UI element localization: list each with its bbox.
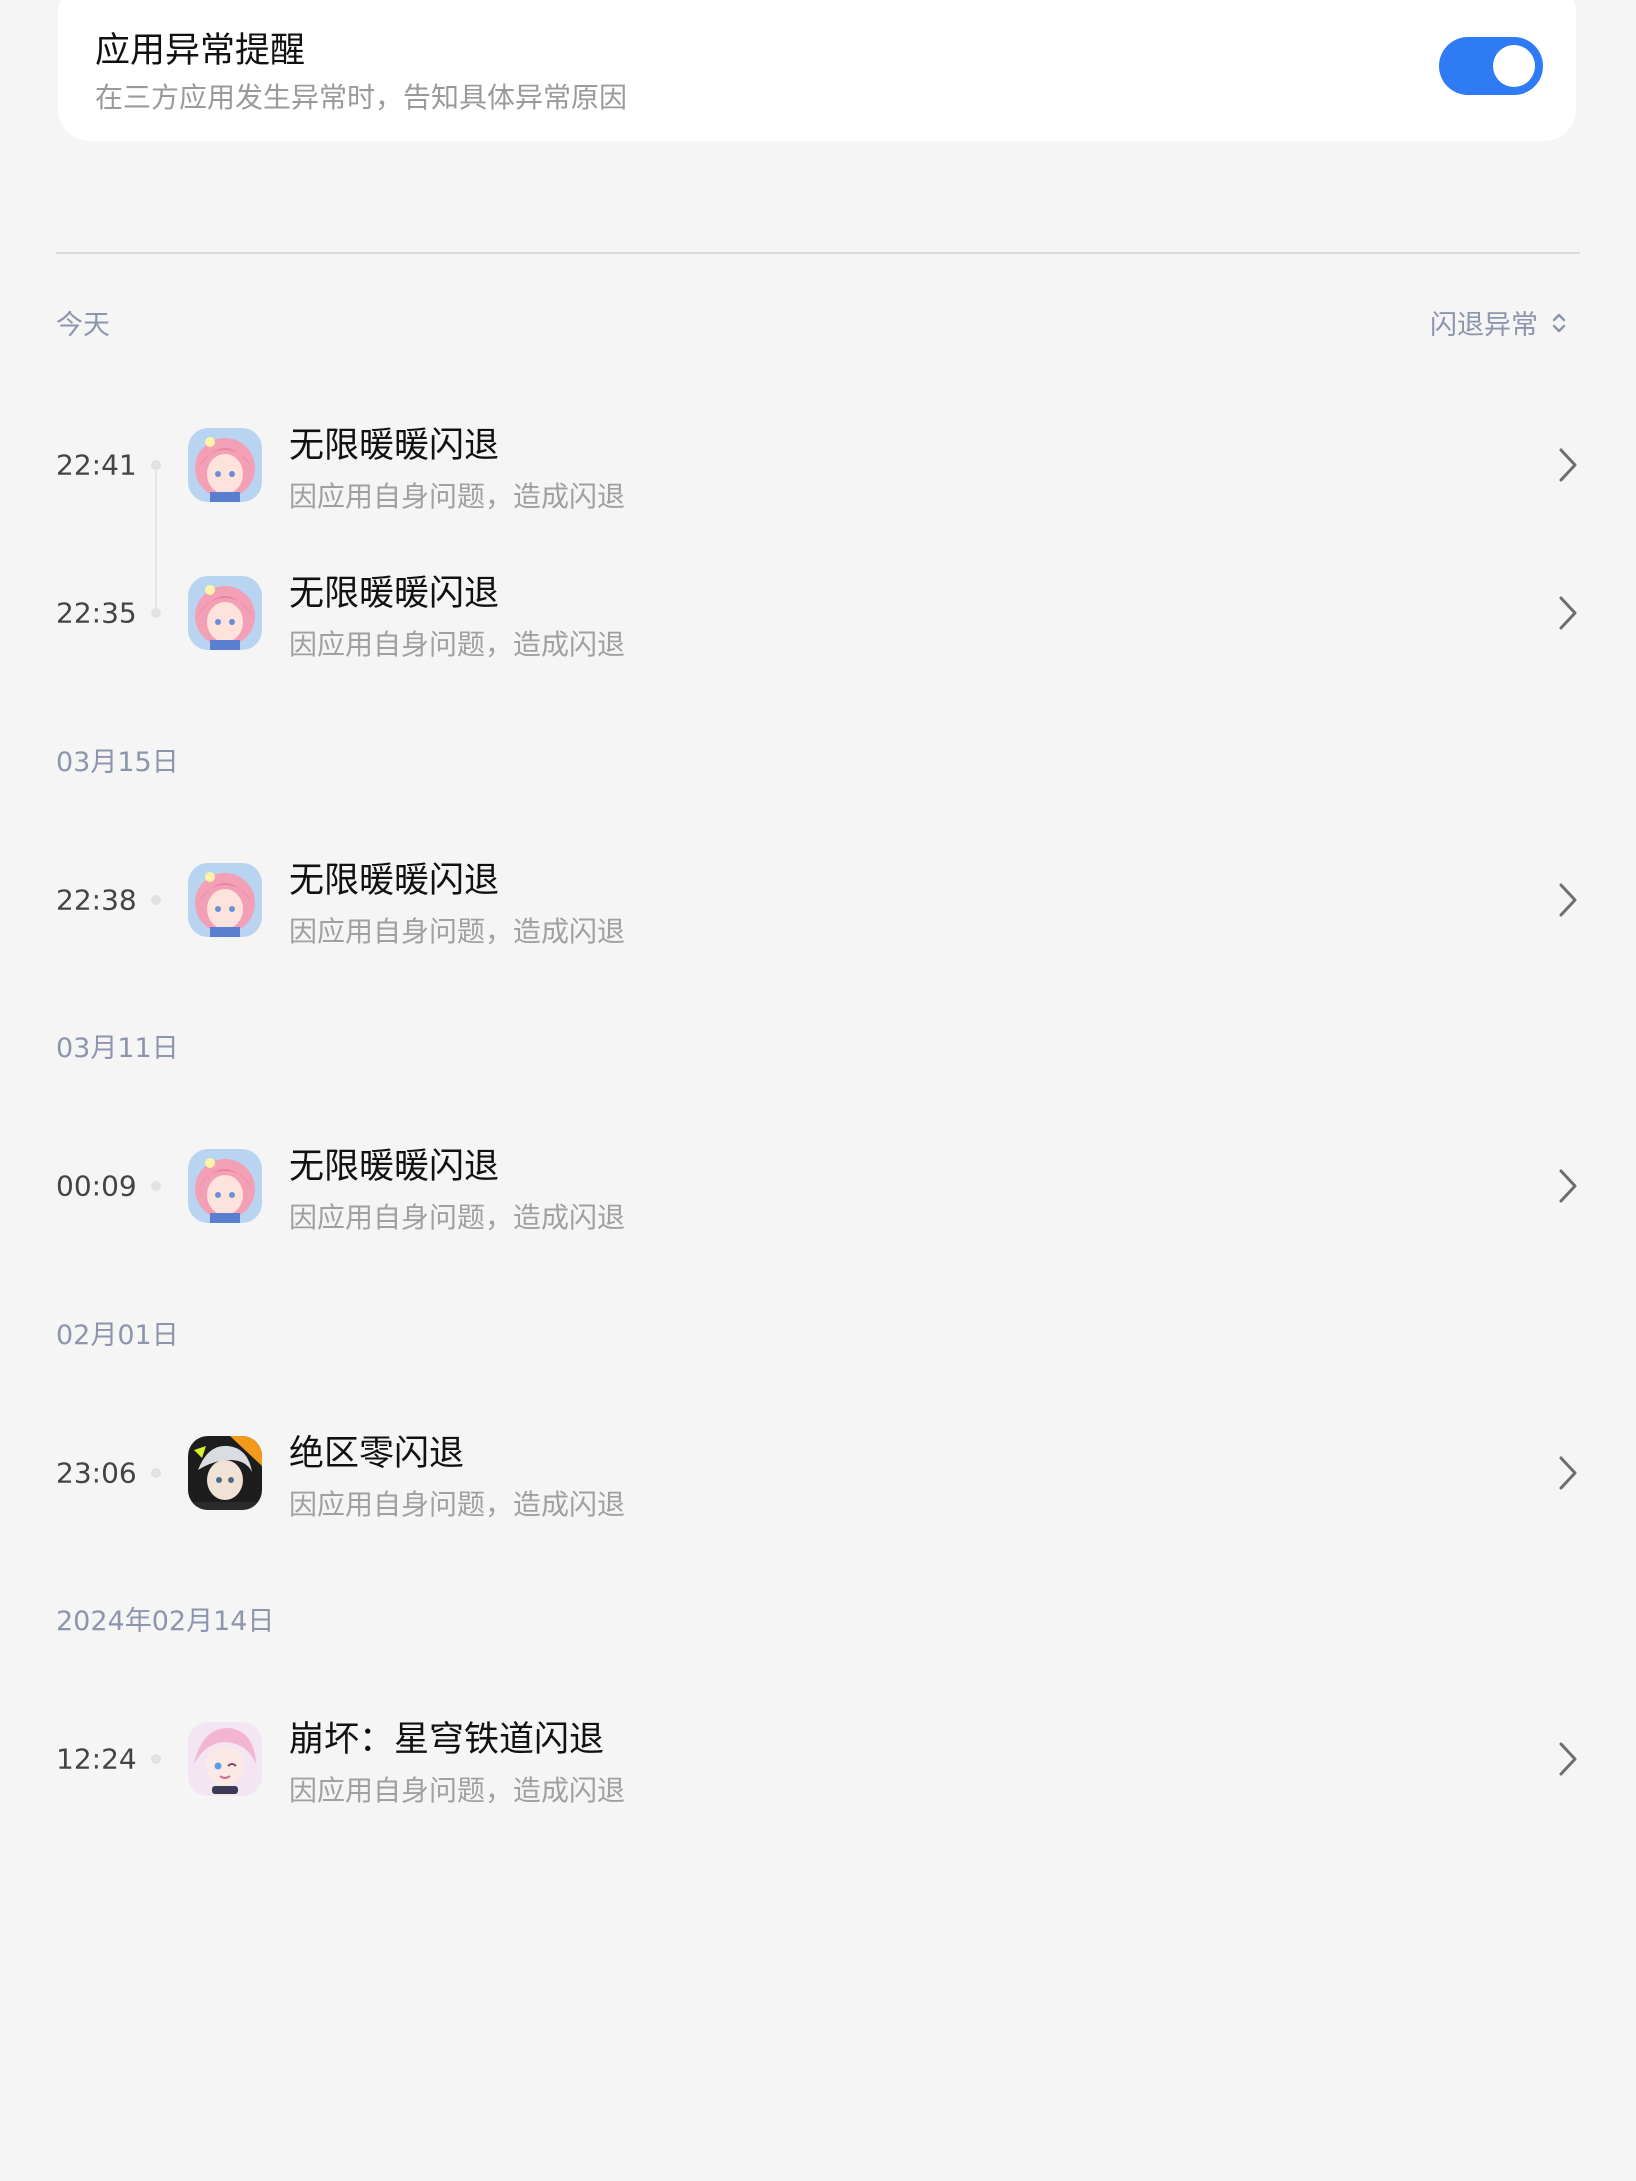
filter-label: 闪退异常 <box>1430 310 1538 341</box>
crash-time: 00:09 <box>56 1169 137 1203</box>
crash-time: 12:24 <box>56 1742 137 1776</box>
infinity-nikki-app-icon <box>188 576 262 650</box>
divider <box>56 252 1580 254</box>
date-label: 03月15日 <box>56 747 179 778</box>
crash-time: 22:35 <box>56 596 137 630</box>
toggle-knob <box>1493 45 1535 87</box>
timeline-dot <box>151 608 161 618</box>
date-label: 2024年02月14日 <box>56 1606 275 1637</box>
chevron-right-icon <box>1559 1456 1577 1490</box>
timeline-dot <box>151 1754 161 1764</box>
zenless-zone-zero-app-icon <box>188 1436 262 1510</box>
crash-record-row[interactable]: 22:35 无限暖暖闪退 因应用自身问题，造成闪退 <box>0 539 1636 687</box>
crash-time: 22:41 <box>56 448 137 482</box>
crash-reason: 因应用自身问题，造成闪退 <box>289 1774 626 1807</box>
date-label-today: 今天 <box>56 310 110 341</box>
honkai-star-rail-app-icon <box>188 1722 262 1796</box>
infinity-nikki-app-icon <box>188 863 262 937</box>
date-label: 03月11日 <box>56 1033 179 1064</box>
crash-record-row[interactable]: 22:41 无限暖暖闪退 因应用自身问题，造成闪退 <box>0 391 1636 539</box>
crash-record-row[interactable]: 12:24 崩坏：星穹铁道闪退 因应用自身问题，造成闪退 <box>0 1685 1636 1833</box>
app-crash-title: 无限暖暖闪退 <box>289 426 500 466</box>
app-crash-title: 无限暖暖闪退 <box>289 1147 500 1187</box>
timeline-dot <box>151 1181 161 1191</box>
chevron-right-icon <box>1559 883 1577 917</box>
timeline-dot <box>151 895 161 905</box>
infinity-nikki-app-icon <box>188 1149 262 1223</box>
timeline-dot <box>151 460 161 470</box>
crash-record-row[interactable]: 23:06 绝区零闪退 因应用自身问题，造成闪退 <box>0 1399 1636 1547</box>
crash-reason: 因应用自身问题，造成闪退 <box>289 628 626 661</box>
app-crash-title: 无限暖暖闪退 <box>289 574 500 614</box>
exception-alert-card: 应用异常提醒 在三方应用发生异常时，告知具体异常原因 <box>58 0 1576 141</box>
crash-time: 23:06 <box>56 1456 137 1490</box>
crash-record-row[interactable]: 00:09 无限暖暖闪退 因应用自身问题，造成闪退 <box>0 1112 1636 1260</box>
chevron-right-icon <box>1559 1742 1577 1776</box>
crash-filter-dropdown[interactable]: 闪退异常 <box>1430 303 1568 342</box>
crash-reason: 因应用自身问题，造成闪退 <box>289 915 626 948</box>
chevron-right-icon <box>1559 596 1577 630</box>
infinity-nikki-app-icon <box>188 428 262 502</box>
timeline-dot <box>151 1468 161 1478</box>
chevron-right-icon <box>1559 1169 1577 1203</box>
date-label: 02月01日 <box>56 1320 179 1351</box>
app-crash-title: 崩坏：星穹铁道闪退 <box>289 1720 605 1760</box>
app-crash-title: 绝区零闪退 <box>289 1434 465 1474</box>
exception-alert-toggle[interactable] <box>1439 37 1543 95</box>
crash-record-row[interactable]: 22:38 无限暖暖闪退 因应用自身问题，造成闪退 <box>0 826 1636 974</box>
crash-reason: 因应用自身问题，造成闪退 <box>289 1488 626 1521</box>
crash-reason: 因应用自身问题，造成闪退 <box>289 1201 626 1234</box>
sort-updown-icon <box>1552 313 1566 332</box>
chevron-right-icon <box>1559 448 1577 482</box>
card-title: 应用异常提醒 <box>95 31 306 71</box>
app-crash-title: 无限暖暖闪退 <box>289 861 500 901</box>
card-subtitle: 在三方应用发生异常时，告知具体异常原因 <box>95 81 628 114</box>
crash-reason: 因应用自身问题，造成闪退 <box>289 480 626 513</box>
crash-time: 22:38 <box>56 883 137 917</box>
